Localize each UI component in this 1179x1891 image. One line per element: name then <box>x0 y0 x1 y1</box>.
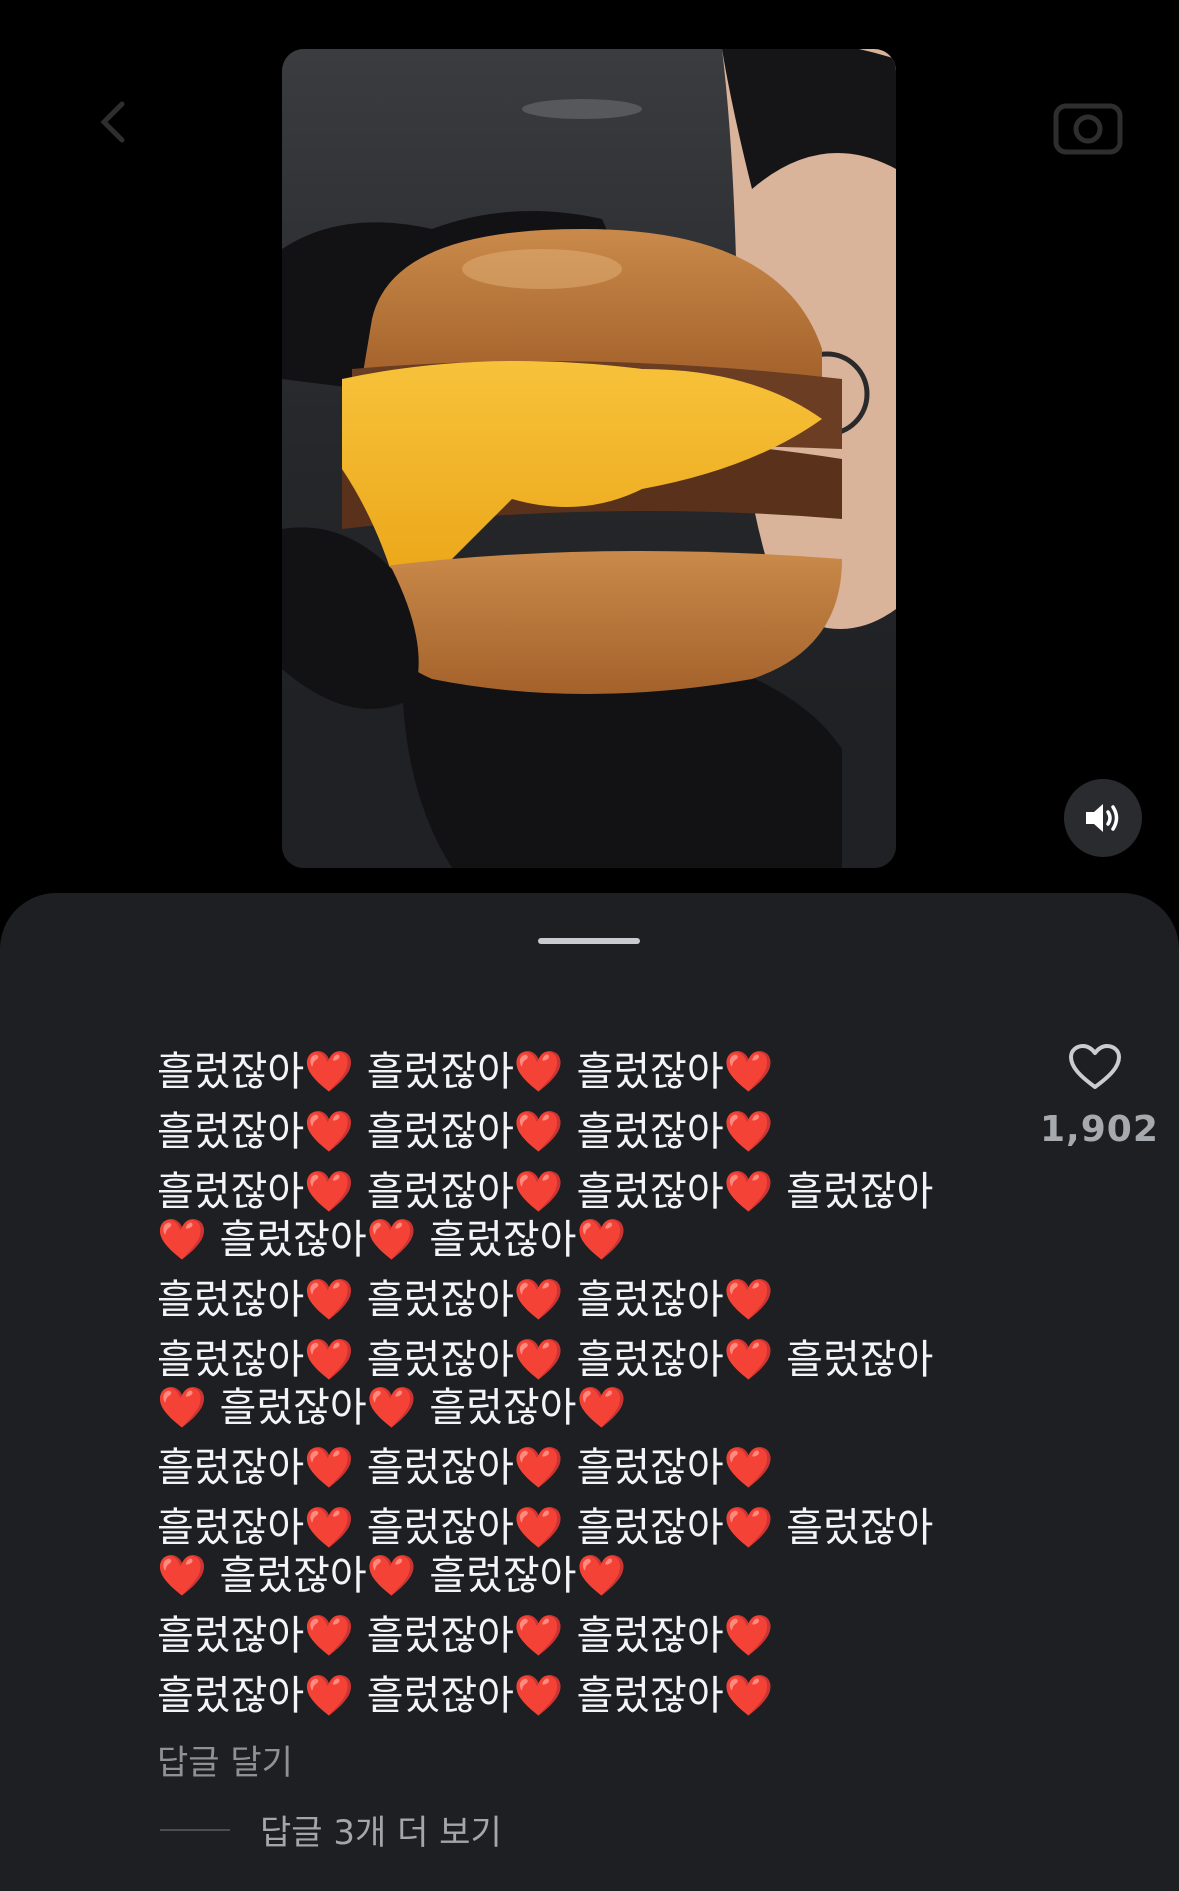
comment-line: 흘렀잖아❤️ 흘렀잖아❤️ 흘렀잖아❤️ <box>157 1613 774 1659</box>
comment-line: 흘렀잖아❤️ 흘렀잖아❤️ 흘렀잖아❤️ 흘렀잖아 ❤️ 흘렀잖아❤️ 흘렀잖아… <box>157 1505 934 1599</box>
video-frame <box>282 49 896 868</box>
mute-button[interactable] <box>1064 779 1142 857</box>
comment-line: 흘렀잖아❤️ 흘렀잖아❤️ 흘렀잖아❤️ <box>157 1277 774 1323</box>
comments-sheet: 흘렀잖아❤️ 흘렀잖아❤️ 흘렀잖아❤️ 흘렀잖아❤️ 흘렀잖아❤️ 흘렀잖아❤… <box>0 893 1179 1891</box>
reply-button[interactable]: 답글 달기 <box>157 1735 293 1784</box>
divider <box>160 1828 230 1831</box>
comment-line: 흘렀잖아❤️ 흘렀잖아❤️ 흘렀잖아❤️ <box>157 1109 774 1155</box>
comment-line: 흘렀잖아❤️ 흘렀잖아❤️ 흘렀잖아❤️ 흘렀잖아 ❤️ 흘렀잖아❤️ 흘렀잖아… <box>157 1337 934 1431</box>
speaker-volume-icon <box>1086 804 1119 832</box>
more-replies-label[interactable]: 답글 3개 더 보기 <box>260 1805 502 1854</box>
like-control[interactable]: 1,902 <box>1040 1043 1159 1150</box>
camera-icon[interactable] <box>1052 96 1124 156</box>
sheet-grabber[interactable] <box>538 938 640 944</box>
more-replies-toggle[interactable]: 답글 3개 더 보기 <box>160 1805 502 1854</box>
video-player[interactable] <box>282 49 896 868</box>
comment-line: 흘렀잖아❤️ 흘렀잖아❤️ 흘렀잖아❤️ 흘렀잖아 ❤️ 흘렀잖아❤️ 흘렀잖아… <box>157 1169 934 1263</box>
comment-line: 흘렀잖아❤️ 흘렀잖아❤️ 흘렀잖아❤️ <box>157 1445 774 1491</box>
comment-text: 흘렀잖아❤️ 흘렀잖아❤️ 흘렀잖아❤️ 흘렀잖아❤️ 흘렀잖아❤️ 흘렀잖아❤… <box>157 1048 977 1720</box>
comment-line: 흘렀잖아❤️ 흘렀잖아❤️ 흘렀잖아❤️ <box>157 1049 774 1095</box>
like-count: 1,902 <box>1040 1109 1159 1150</box>
heart-outline-icon[interactable] <box>1068 1043 1122 1091</box>
comment-line: 흘렀잖아❤️ 흘렀잖아❤️ 흘렀잖아❤️ <box>157 1673 774 1719</box>
chevron-left-icon[interactable] <box>92 100 136 144</box>
